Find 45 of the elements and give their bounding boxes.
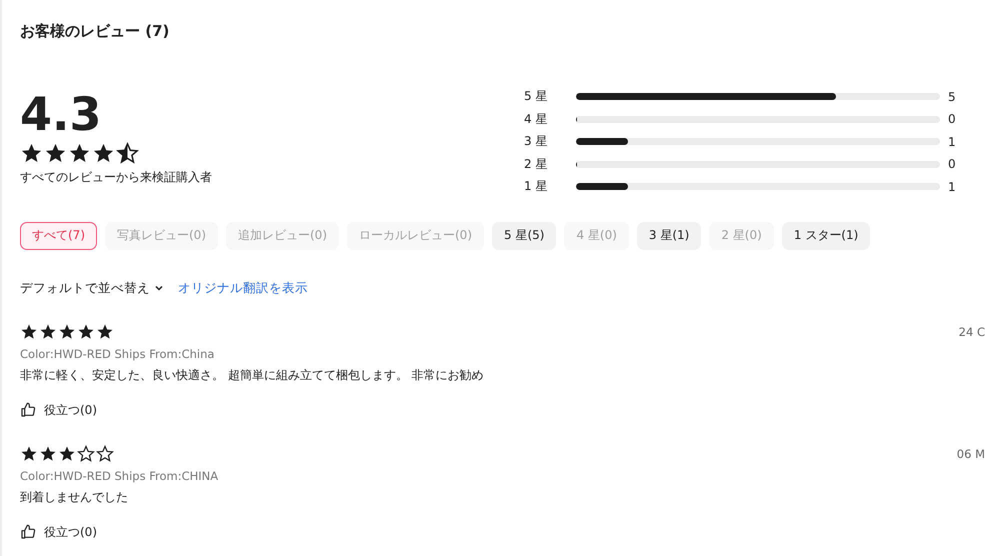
rating-count: 1 bbox=[947, 180, 957, 194]
rating-count: 5 bbox=[947, 90, 957, 104]
star-icon bbox=[39, 322, 57, 340]
rating-count: 0 bbox=[947, 112, 957, 126]
star-icon bbox=[39, 444, 57, 462]
star-label: 4 星 bbox=[524, 110, 548, 128]
star-icon bbox=[58, 444, 76, 462]
thumbs-up-icon bbox=[20, 402, 36, 418]
star-icon bbox=[92, 142, 115, 165]
rating-count: 0 bbox=[947, 157, 957, 172]
star-icon bbox=[77, 322, 95, 340]
review-date: 06 M bbox=[956, 446, 985, 460]
filter-chip[interactable]: 5 星(5) bbox=[492, 222, 556, 250]
thumbs-up-icon bbox=[20, 524, 36, 540]
filter-chip[interactable]: 3 星(1) bbox=[636, 222, 702, 250]
star-icon bbox=[20, 142, 43, 165]
helpful-button[interactable]: 役立つ(0) bbox=[20, 524, 985, 540]
star-icon bbox=[58, 322, 76, 340]
review-variant: Color:HWD-RED Ships From:China bbox=[20, 346, 216, 360]
review-variant: Color:HWD-RED Ships From:CHINA bbox=[20, 468, 220, 482]
star-icon bbox=[20, 444, 38, 462]
filter-chip[interactable]: 1 スター(1) bbox=[782, 222, 870, 250]
empty-star-icon bbox=[96, 444, 114, 462]
star-icon bbox=[96, 322, 114, 340]
average-score: 4.3 bbox=[20, 92, 102, 136]
star-icon bbox=[68, 142, 91, 165]
review-date: 24 C bbox=[958, 324, 985, 338]
star-icon bbox=[20, 322, 38, 340]
section-title: お客様のレビュー (7) bbox=[20, 21, 170, 42]
helpful-button[interactable]: 役立つ(0) bbox=[20, 402, 985, 418]
star-label: 2 星 bbox=[524, 156, 548, 173]
star-label: 5 星 bbox=[524, 88, 548, 106]
star-label: 3 星 bbox=[524, 133, 548, 150]
review-text: 到着しませんでした bbox=[20, 488, 129, 506]
review-text: 非常に軽く、安定した、良い快適さ。 超簡単に組み立てて梱包します。 非常にお勧め bbox=[20, 366, 485, 384]
sort-dropdown[interactable]: デフォルトで並べ替え bbox=[20, 280, 164, 296]
rating-note: すべてのレビューから来検証購入者 bbox=[20, 169, 213, 186]
star-label: 1 星 bbox=[524, 178, 548, 196]
star-icon bbox=[44, 142, 67, 165]
empty-star-icon bbox=[77, 444, 95, 462]
rating-count: 1 bbox=[947, 134, 957, 149]
translation-link[interactable]: オリジナル翻訳を表示 bbox=[178, 280, 308, 296]
chevron-down-icon bbox=[154, 283, 164, 293]
half-star-icon bbox=[116, 142, 139, 165]
filter-chip[interactable]: すべて(7) bbox=[20, 222, 97, 250]
